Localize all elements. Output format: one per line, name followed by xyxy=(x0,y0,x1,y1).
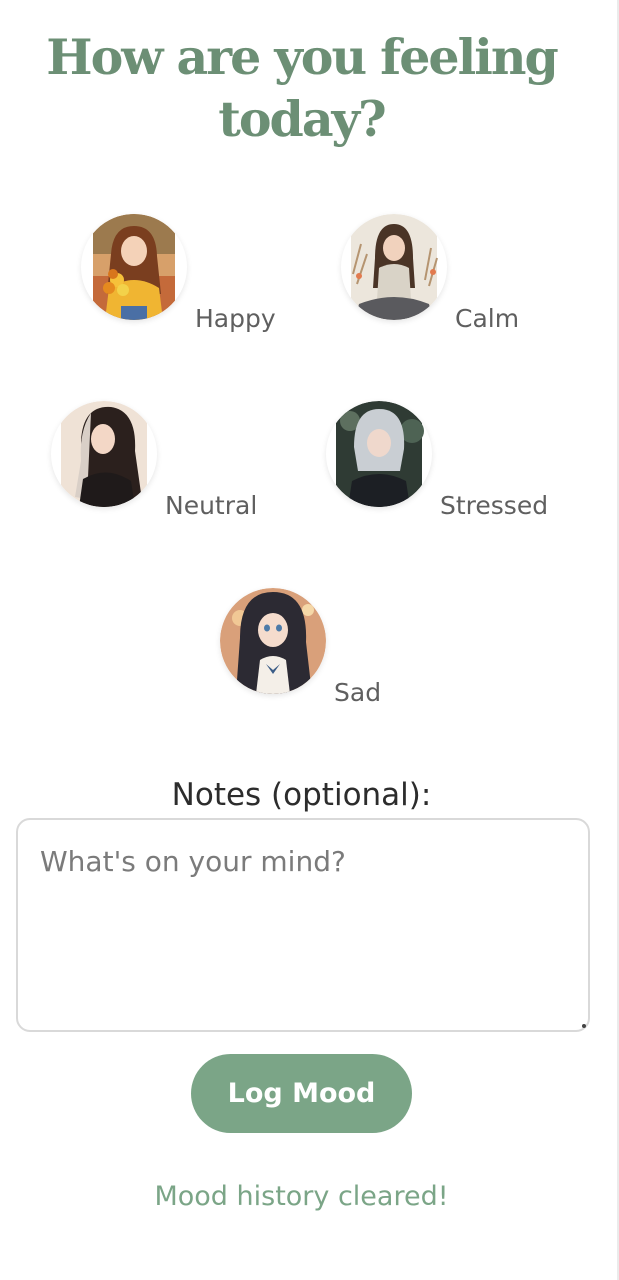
mood-label-stressed: Stressed xyxy=(440,491,549,520)
page-title: How are you feeling today? xyxy=(46,28,558,148)
crying-girl-portrait-icon xyxy=(220,588,326,694)
happy-avatar xyxy=(81,214,187,320)
mood-label-happy: Happy xyxy=(195,304,276,333)
stressed-avatar xyxy=(326,401,432,507)
mood-label-calm: Calm xyxy=(455,304,520,333)
notes-label: Notes (optional): xyxy=(171,777,432,813)
mood-label-sad: Sad xyxy=(334,678,382,707)
log-mood-button[interactable]: Log Mood xyxy=(191,1054,412,1133)
resize-grip-icon[interactable] xyxy=(582,1024,586,1028)
status-message: Mood history cleared! xyxy=(154,1181,449,1212)
calm-avatar xyxy=(341,214,447,320)
sad-avatar xyxy=(220,588,326,694)
girl-sitting-in-meadow-portrait-icon xyxy=(351,214,438,320)
neutral-avatar xyxy=(51,401,157,507)
silver-haired-girl-portrait-icon xyxy=(336,401,424,507)
mood-label-neutral: Neutral xyxy=(165,491,258,520)
notes-textarea[interactable] xyxy=(16,818,590,1032)
girl-with-flowers-portrait-icon xyxy=(93,214,175,320)
dark-haired-woman-portrait-icon xyxy=(61,401,147,507)
